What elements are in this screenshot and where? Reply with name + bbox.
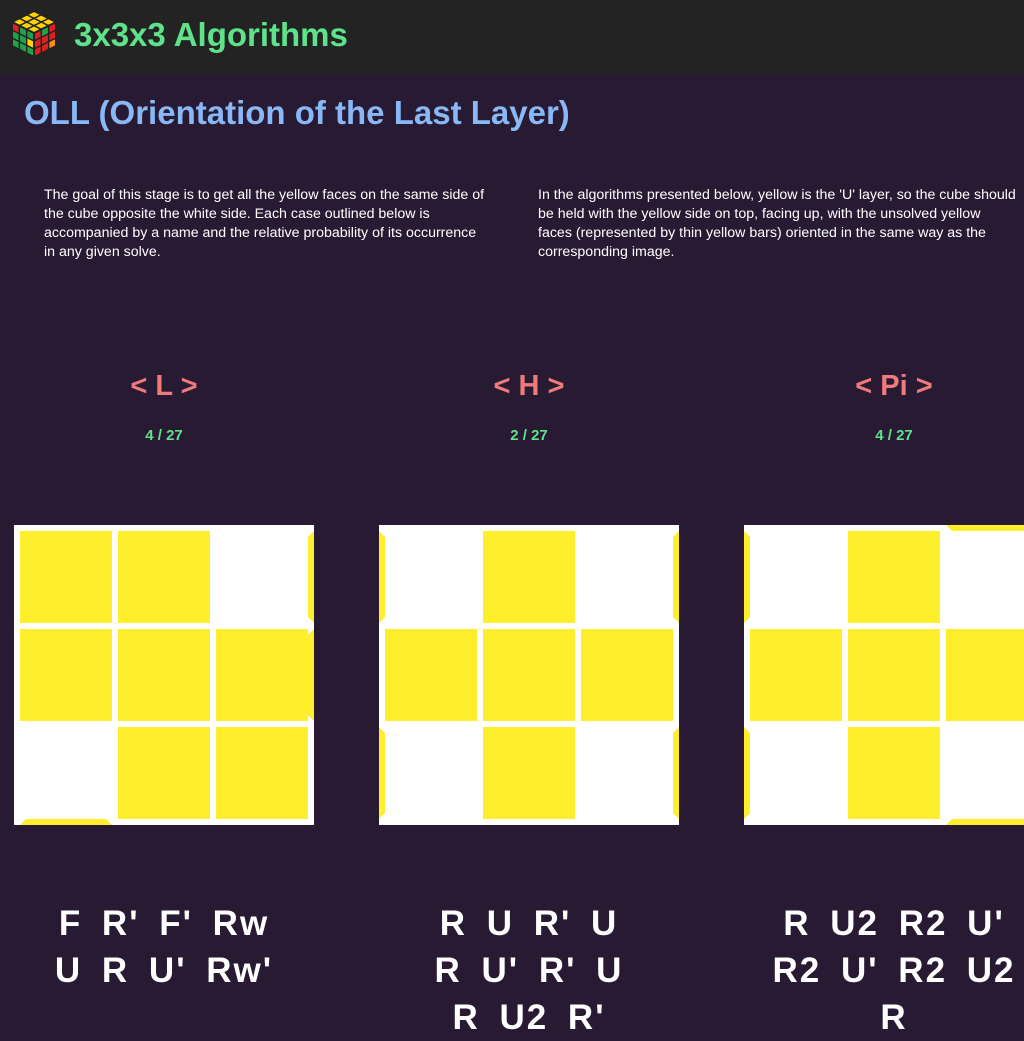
site-title[interactable]: 3x3x3 Algorithms: [74, 16, 348, 54]
side-orientation-bar: [308, 629, 314, 721]
side-orientation-bar: [744, 727, 750, 819]
algorithm-text: R U2 R2 U' R2 U' R2 U2 R: [714, 900, 1024, 1041]
case-probability: 2 / 27: [510, 427, 548, 444]
algorithm-line: U R U' Rw': [54, 951, 274, 990]
case-name[interactable]: < Pi >: [744, 370, 1024, 403]
yellow-sticker: [946, 629, 1024, 721]
side-orientation-bar: [308, 531, 314, 623]
intro-paragraph-orientation: In the algorithms presented below, yello…: [538, 187, 1016, 260]
case-probability: 4 / 27: [875, 427, 913, 444]
algorithm-line: R U2 R2 U': [783, 904, 1005, 943]
algorithm-line: R2 U' R2 U2: [772, 951, 1016, 990]
side-orientation-bar: [20, 819, 112, 825]
yellow-sticker: [20, 531, 112, 623]
yellow-sticker: [848, 531, 940, 623]
page-title: OLL (Orientation of the Last Layer): [24, 94, 570, 131]
case-name[interactable]: < H >: [379, 370, 679, 403]
algorithm-line: F R' F' Rw: [58, 904, 270, 943]
algorithm-text: F R' F' Rw U R U' Rw': [0, 900, 344, 994]
oll-pattern-diagram: [14, 525, 314, 825]
oll-pattern-svg: [744, 525, 1024, 825]
case-probability: 4 / 27: [145, 427, 183, 444]
algorithm-text: R U R' U R U' R' U R U2 R': [349, 900, 709, 1041]
yellow-sticker: [483, 531, 575, 623]
rubiks-cube-icon[interactable]: [9, 9, 59, 59]
algorithm-line: R: [880, 998, 908, 1037]
oll-pattern-diagram: [744, 525, 1024, 825]
yellow-sticker: [848, 629, 940, 721]
yellow-sticker: [581, 629, 673, 721]
side-orientation-bar: [744, 531, 750, 623]
yellow-sticker: [20, 629, 112, 721]
intro-paragraph-goal: The goal of this stage is to get all the…: [44, 187, 485, 260]
side-orientation-bar: [379, 727, 385, 819]
oll-pattern-diagram: [379, 525, 679, 825]
oll-pattern-svg: [20, 531, 314, 825]
oll-pattern-svg: [379, 531, 679, 819]
algorithm-line: R U2 R': [452, 998, 606, 1037]
yellow-sticker: [216, 727, 308, 819]
side-orientation-bar: [673, 531, 679, 623]
side-orientation-bar: [673, 727, 679, 819]
yellow-sticker: [216, 629, 308, 721]
yellow-sticker: [750, 629, 842, 721]
yellow-sticker: [118, 727, 210, 819]
case-name[interactable]: < L >: [14, 370, 314, 403]
yellow-sticker: [118, 629, 210, 721]
yellow-sticker: [848, 727, 940, 819]
yellow-sticker: [118, 531, 210, 623]
algorithm-line: R U R' U: [439, 904, 619, 943]
yellow-sticker: [385, 629, 477, 721]
yellow-sticker: [483, 629, 575, 721]
side-orientation-bar: [379, 531, 385, 623]
side-orientation-bar: [946, 525, 1024, 531]
algorithm-line: R U' R' U: [434, 951, 624, 990]
yellow-sticker: [483, 727, 575, 819]
top-nav-bar: 3x3x3 Algorithms: [0, 0, 1024, 74]
side-orientation-bar: [946, 819, 1024, 825]
